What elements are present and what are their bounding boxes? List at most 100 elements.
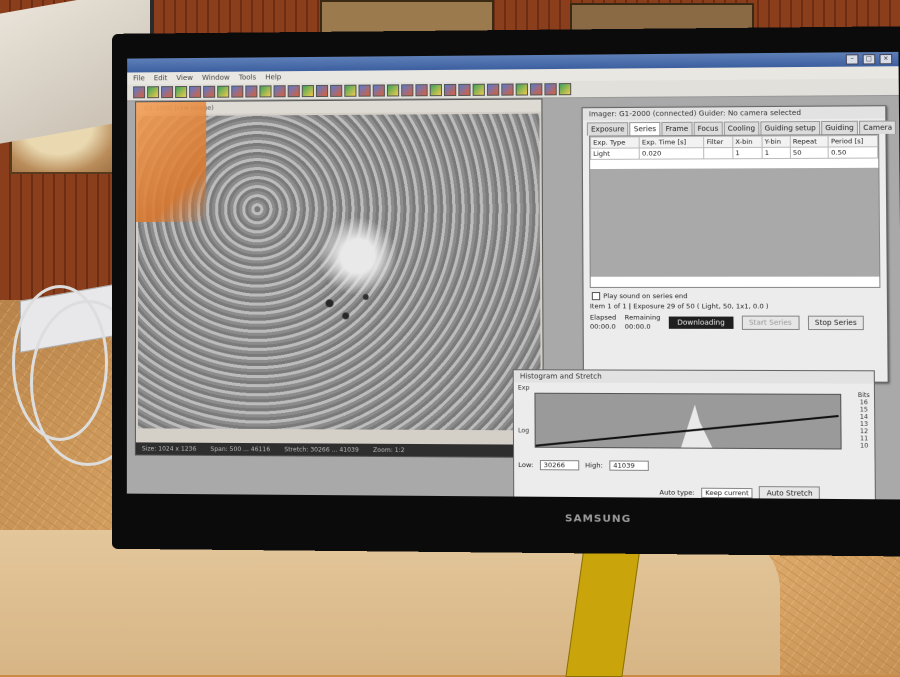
imager-dialog: Imager: G1-2000 (connected) Guider: No c…	[581, 105, 897, 383]
table-cell[interactable]: 0.020	[639, 147, 705, 160]
tab-frame[interactable]: Frame	[661, 121, 693, 136]
stop-series-button[interactable]: Stop Series	[807, 315, 865, 331]
elapsed-label: Elapsed	[589, 313, 617, 322]
toolbar-icon[interactable]	[147, 86, 160, 99]
toolbar-icon[interactable]	[189, 85, 202, 98]
column-header[interactable]: Period [s]	[828, 135, 878, 148]
toolbar-icon[interactable]	[245, 85, 258, 98]
table-cell[interactable]: 1	[732, 147, 763, 159]
bits-value[interactable]: 12	[858, 428, 870, 435]
toolbar-icon[interactable]	[301, 85, 314, 98]
toolbar-icon[interactable]	[175, 85, 188, 99]
start-series-button[interactable]: Start Series	[741, 315, 800, 331]
item-info: Item 1 of 1 | Exposure 29 of 50 ( Light,…	[589, 302, 769, 311]
toolbar-icon[interactable]	[217, 85, 230, 98]
low-label: Low:	[518, 460, 534, 470]
play-sound-checkbox[interactable]	[591, 292, 601, 301]
tab-guiding[interactable]: Guiding	[820, 120, 858, 135]
imager-tabs: Exposure Series Frame Focus Cooling Guid…	[583, 119, 897, 136]
toolbar-icon[interactable]	[443, 83, 457, 97]
column-header[interactable]: Exp. Type	[590, 136, 640, 149]
column-header[interactable]: X-bin	[732, 136, 763, 148]
monitor: SAMSUNG – □ × File Edit View Window Tool…	[111, 26, 900, 557]
toolbar-icon[interactable]	[530, 83, 543, 96]
histogram-axis: Exp Log	[518, 384, 530, 435]
auto-stretch-button[interactable]: Auto Stretch	[759, 486, 821, 500]
minimize-button[interactable]: –	[845, 54, 859, 65]
toolbar-icon[interactable]	[372, 84, 385, 97]
toolbar-icon[interactable]	[259, 85, 272, 98]
tab-series[interactable]: Series	[629, 121, 661, 136]
remaining-label: Remaining	[624, 313, 661, 322]
table-cell[interactable]: 50	[790, 147, 829, 159]
high-input[interactable]: 41039	[609, 460, 649, 471]
toolbar-icon[interactable]	[544, 83, 557, 96]
toolbar-icon[interactable]	[401, 84, 414, 97]
search-icon[interactable]	[558, 83, 572, 96]
play-sound-label: Play sound on series end	[603, 292, 688, 301]
column-header[interactable]: Y-bin	[761, 135, 791, 148]
toolbar-icon[interactable]	[472, 83, 485, 96]
toolbar-icon[interactable]	[458, 83, 471, 97]
bits-value[interactable]: 10	[858, 442, 870, 449]
toolbar-icon[interactable]	[203, 85, 216, 98]
maximize-button[interactable]: □	[862, 54, 876, 65]
table-row[interactable]: Light 0.020 1 1 50 0.50	[590, 146, 878, 160]
table-cell[interactable]	[703, 147, 733, 159]
column-header[interactable]: Repeat	[790, 135, 829, 148]
bits-value[interactable]: 13	[858, 421, 870, 428]
status-zoom: Zoom: 1:2	[373, 446, 405, 454]
auto-type-select[interactable]: Keep current	[701, 487, 754, 499]
toolbar-icon[interactable]	[287, 85, 300, 98]
monitor-screen: – □ × File Edit View Window Tools Help S…	[126, 51, 900, 500]
toolbar-icon[interactable]	[231, 85, 244, 98]
menu-window[interactable]: Window	[202, 74, 230, 82]
exp-label: Exp	[517, 384, 530, 392]
toolbar-icon[interactable]	[386, 84, 400, 97]
toolbar-icon[interactable]	[501, 83, 514, 96]
status-stretch: Stretch: 30266 ... 41039	[284, 445, 359, 454]
toolbar-icon[interactable]	[486, 83, 500, 96]
tab-guiding-setup[interactable]: Guiding setup	[760, 120, 821, 135]
remaining-block: Remaining 00:00.0	[625, 313, 661, 331]
low-high-row: Low: 30266 High: 41039	[518, 459, 649, 471]
toolbar-icon[interactable]	[515, 83, 529, 96]
status-span: Span: 500 ... 46116	[210, 445, 271, 453]
bits-value[interactable]: 11	[858, 435, 870, 442]
high-label: High:	[585, 461, 603, 470]
table-cell[interactable]: 1	[762, 147, 791, 159]
elapsed-block: Elapsed 00:00.0	[590, 313, 617, 331]
toolbar-icon[interactable]	[273, 85, 286, 98]
toolbar-icon[interactable]	[415, 84, 428, 97]
bits-value[interactable]: 14	[858, 414, 870, 421]
bits-scale: Bits 16 15 14 13 12 11 10	[858, 392, 870, 450]
low-input[interactable]: 30266	[539, 459, 579, 471]
series-table: Exp. Type Exp. Time [s] Filter X-bin Y-b…	[588, 133, 881, 288]
menu-tools[interactable]: Tools	[239, 73, 256, 81]
tab-focus[interactable]: Focus	[693, 121, 723, 136]
menu-file[interactable]: File	[133, 74, 145, 82]
toolbar-icon[interactable]	[429, 84, 442, 97]
menu-edit[interactable]: Edit	[154, 74, 168, 82]
toolbar-icon[interactable]	[344, 84, 357, 97]
table-cell[interactable]: 0.50	[828, 146, 878, 159]
table-cell[interactable]: Light	[590, 148, 640, 160]
toolbar-icon[interactable]	[133, 86, 146, 99]
tab-exposure[interactable]: Exposure	[586, 122, 629, 136]
menu-help[interactable]: Help	[265, 73, 281, 81]
column-header[interactable]: Exp. Time [s]	[639, 136, 704, 149]
play-sound-row[interactable]: Play sound on series end	[584, 288, 887, 302]
close-button[interactable]: ×	[879, 53, 893, 65]
bits-value[interactable]: 15	[858, 406, 870, 413]
toolbar-icon[interactable]	[330, 84, 343, 97]
tab-cooling[interactable]: Cooling	[723, 121, 760, 135]
toolbar-icon[interactable]	[161, 86, 174, 99]
tab-camera[interactable]: Camera	[858, 120, 897, 135]
toolbar-icon[interactable]	[358, 84, 371, 97]
column-header[interactable]: Filter	[703, 136, 733, 148]
histogram-plot[interactable]	[534, 392, 842, 450]
histogram-title: Histogram and Stretch	[513, 370, 874, 384]
bits-value[interactable]: 16	[858, 399, 870, 406]
menu-view[interactable]: View	[176, 74, 193, 82]
toolbar-icon[interactable]	[315, 84, 329, 98]
